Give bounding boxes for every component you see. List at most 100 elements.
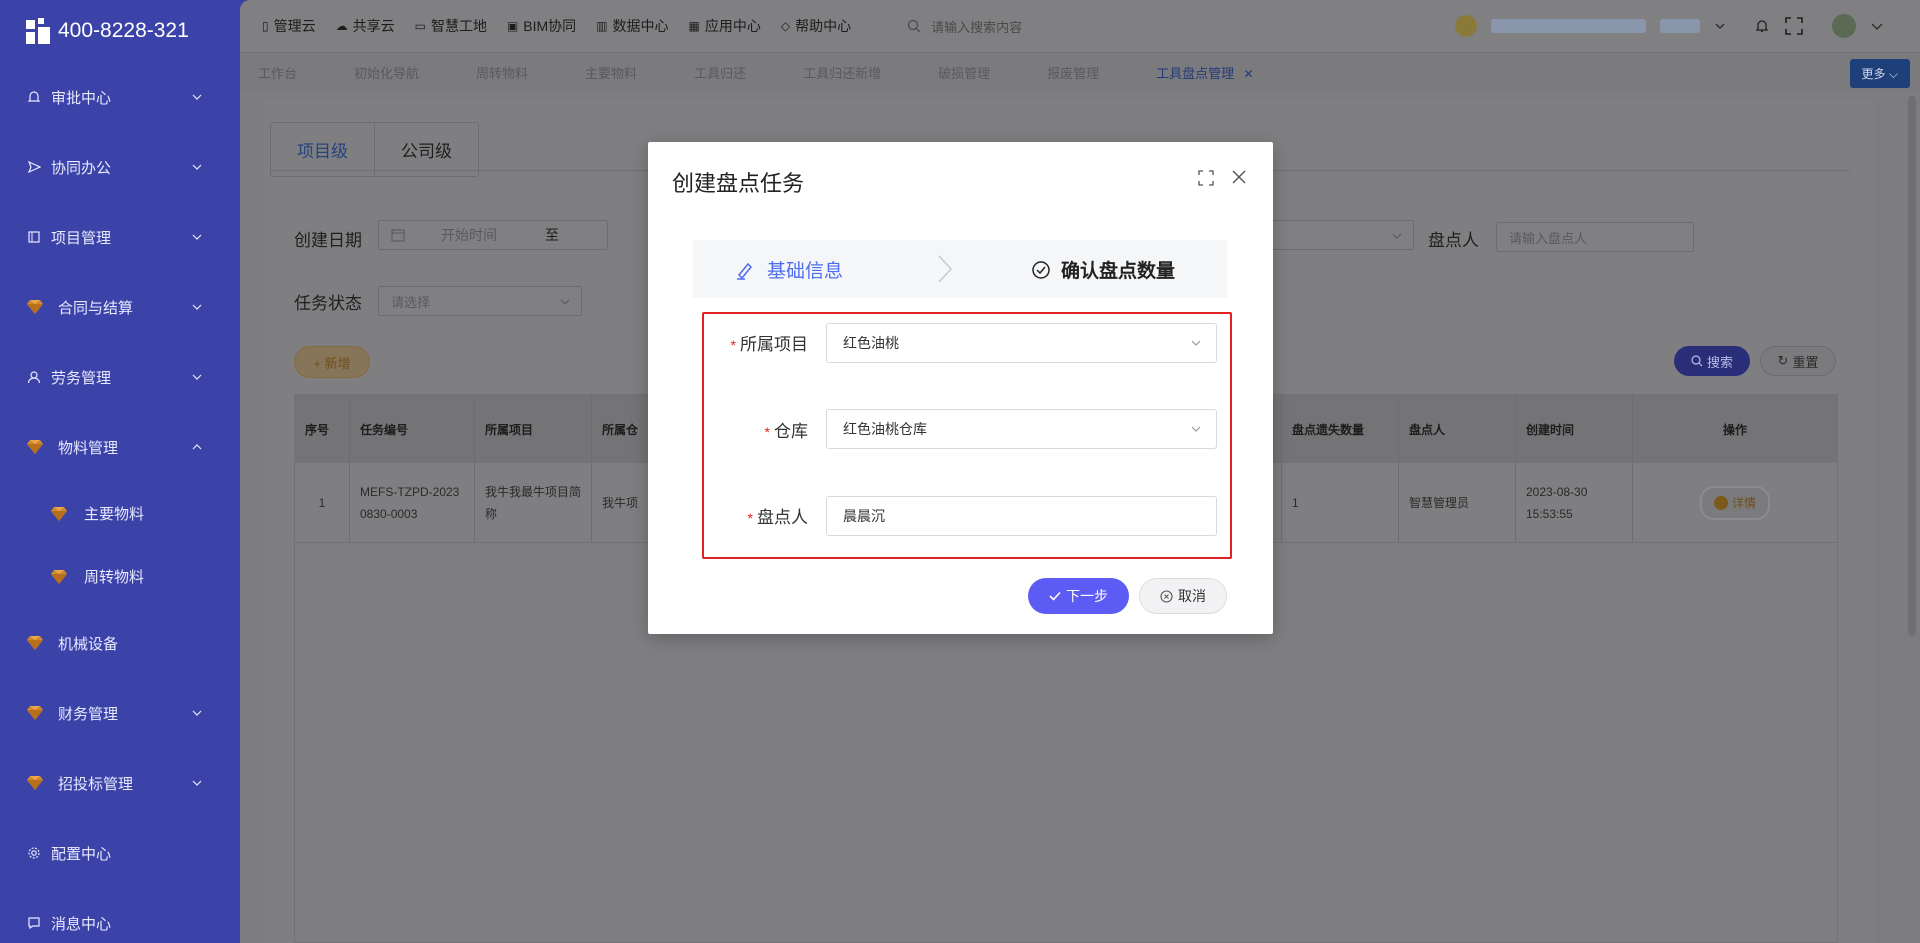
warehouse-field-label: * 仓库 [688, 417, 808, 442]
sidebar-subitem[interactable]: 周转物料 [0, 545, 240, 608]
tab-company-level[interactable]: 公司级 [375, 123, 478, 176]
sidebar-subitem[interactable]: 主要物料 [0, 482, 240, 545]
more-tabs-button[interactable]: 更多 ⌵ [1849, 59, 1910, 88]
fullscreen-icon[interactable] [1784, 16, 1804, 36]
detail-button[interactable]: 详情 [1699, 485, 1770, 520]
sidebar-nav: 审批中心 协同办公项目管理合同与结算 劳务管理物料管理主要物料 周转物料机械设备财务管… [0, 62, 240, 943]
next-step-label: 下一步 [1066, 588, 1108, 604]
close-icon[interactable]: ✕ [1240, 67, 1253, 81]
page-tab[interactable]: 工具盘点管理 ✕ [1156, 63, 1253, 82]
sidebar-item[interactable]: 招投标管理 [0, 748, 240, 818]
blurred-user-info [1491, 19, 1646, 33]
check-icon [1049, 591, 1061, 601]
sidebar-item-label: 物料管理 [58, 439, 119, 457]
step-basic-info: 基础信息 [735, 256, 843, 283]
page-tab[interactable]: 破损管理 [938, 63, 990, 82]
sidebar-item-label: 机械设备 [58, 635, 119, 653]
chevron-down-icon [1191, 426, 1201, 432]
coin-icon [1455, 15, 1477, 37]
top-menu-item[interactable]: ◇ 帮助中心 [781, 16, 851, 36]
bell-icon[interactable] [1754, 18, 1770, 34]
page-tab[interactable]: 工具归还新增 [803, 63, 881, 82]
page-tab-label: 报废管理 [1047, 66, 1100, 81]
sidebar-item[interactable]: 消息中心 [0, 888, 240, 943]
sidebar-item[interactable]: 物料管理 [0, 412, 240, 482]
page-tab[interactable]: 工作台 [258, 63, 297, 82]
page-tab[interactable]: 主要物料 [585, 63, 637, 82]
avatar[interactable] [1832, 14, 1856, 38]
cube-icon: ▣ [506, 19, 519, 33]
top-menu-item[interactable]: ▣ BIM协同 [507, 16, 576, 36]
project-field-label-text: 所属项目 [740, 335, 808, 354]
cancel-circle-icon [1160, 589, 1173, 603]
reset-button[interactable]: ↻ 重置 [1760, 346, 1836, 376]
top-menu-item[interactable]: ▦ 应用中心 [689, 16, 761, 36]
diamond-icon: ◇ [780, 19, 791, 33]
sidebar-item-label: 项目管理 [51, 229, 112, 247]
cell-code: MEFS-TZPD-20230830-0003 [350, 463, 475, 542]
chevron-down-icon [1392, 233, 1402, 239]
task-status-select[interactable]: 请选择 [378, 286, 582, 316]
search-button[interactable]: 搜索 [1674, 346, 1750, 376]
gem-icon [26, 439, 44, 455]
tab-project-level[interactable]: 项目级 [271, 123, 375, 176]
chevron-down-icon [190, 776, 204, 790]
sidebar-item[interactable]: 配置中心 [0, 818, 240, 888]
page-tab[interactable]: 工具归还 [694, 63, 746, 82]
tablet-icon: ▭ [414, 19, 426, 33]
sidebar-item[interactable]: 合同与结算 [0, 272, 240, 342]
close-icon[interactable] [1230, 168, 1248, 186]
date-range-separator: 至 [545, 227, 559, 243]
chevron-down-icon[interactable] [1714, 20, 1726, 32]
cancel-button[interactable]: 取消 [1139, 578, 1227, 614]
counter-filter-label: 盘点人 [1428, 231, 1479, 250]
counter-field-label: * 盘点人 [688, 503, 808, 528]
create-date-range[interactable]: 开始时间 至 [378, 220, 608, 250]
sidebar-item[interactable]: 审批中心 [0, 62, 240, 132]
top-menu-item[interactable]: ▥ 数据中心 [596, 16, 668, 36]
bar-chart-icon: ▥ [596, 19, 608, 33]
page-tab[interactable]: 初始化导航 [354, 63, 419, 82]
gem-icon [26, 705, 44, 721]
create-stocktake-dialog: 创建盘点任务 基础信息 确认盘点数量 * 所属项目 红色油桃 * 仓库 红色油桃仓库… [648, 142, 1273, 634]
page-tab[interactable]: 周转物料 [476, 63, 528, 82]
filter-select-hidden[interactable] [1264, 220, 1414, 250]
warehouse-select[interactable]: 红色油桃仓库 [826, 409, 1217, 449]
top-menu-item[interactable]: ▭ 智慧工地 [415, 16, 487, 36]
top-menu-label: BIM协同 [523, 18, 577, 34]
counter-filter-input[interactable]: 请输入盘点人 [1496, 222, 1694, 252]
top-menu-item[interactable]: ☁ 共享云 [336, 16, 395, 36]
global-search[interactable]: 请输入搜索内容 [907, 17, 1022, 36]
edit-pen-icon [737, 262, 753, 280]
add-button[interactable]: + 新增 [294, 346, 370, 378]
warehouse-select-value: 红色油桃仓库 [843, 421, 927, 437]
page-tabs: 工作台 初始化导航 周转物料 主要物料 工具归还 工具归还新增 破损管理 报废管理 工具盘点管理… [240, 52, 1920, 92]
project-select[interactable]: 红色油桃 [826, 323, 1217, 363]
counter-input[interactable]: 晨晨沉 [826, 496, 1217, 536]
more-tabs-label: 更多 [1861, 67, 1886, 81]
chevron-down-icon [190, 230, 204, 244]
top-menu-item[interactable]: ▯ 管理云 [262, 16, 316, 36]
sidebar-item[interactable]: 项目管理 [0, 202, 240, 272]
sidebar-item[interactable]: 机械设备 [0, 608, 240, 678]
next-step-button[interactable]: 下一步 [1028, 578, 1129, 614]
gem-icon [50, 506, 68, 522]
create-date-label: 创建日期 [294, 231, 362, 250]
maximize-icon[interactable] [1198, 170, 1214, 186]
top-menu-label: 共享云 [352, 18, 395, 34]
page-tab-label: 初始化导航 [354, 66, 420, 81]
page-tab[interactable]: 报废管理 [1047, 63, 1099, 82]
page-tab-label: 工具归还新增 [803, 66, 882, 81]
search-icon [907, 19, 921, 33]
sidebar-item[interactable]: 财务管理 [0, 678, 240, 748]
chevron-down-icon[interactable] [1870, 19, 1884, 33]
page-scrollbar[interactable] [1908, 96, 1916, 636]
sidebar-item[interactable]: 协同办公 [0, 132, 240, 202]
column-header: 操作 [1722, 422, 1747, 437]
send-icon [26, 159, 42, 175]
page-tab-label: 工作台 [258, 66, 298, 81]
page-tab-label: 周转物料 [476, 66, 529, 81]
sidebar-item[interactable]: 劳务管理 [0, 342, 240, 412]
page-tab-label: 工具归还 [694, 66, 747, 81]
chevron-down-icon [190, 160, 204, 174]
